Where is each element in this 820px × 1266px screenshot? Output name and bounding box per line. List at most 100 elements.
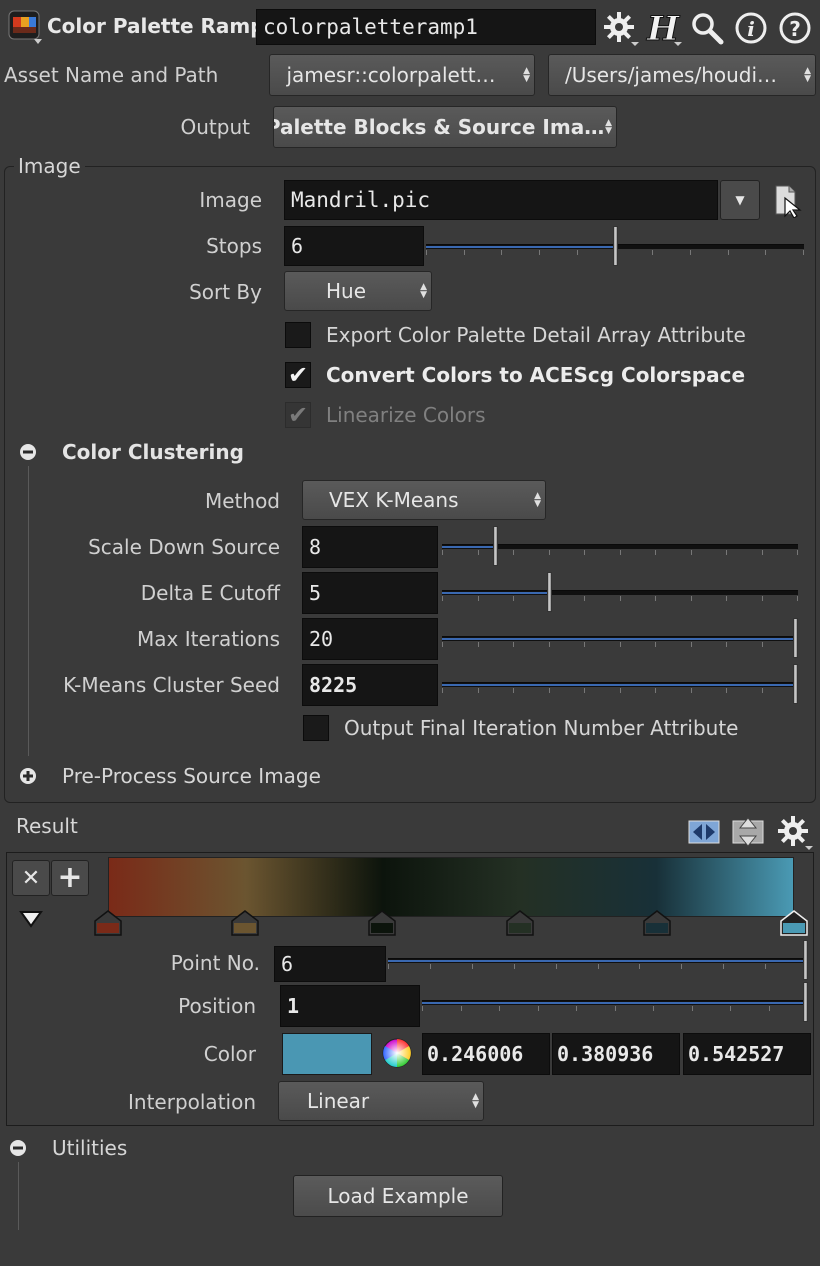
search-icon[interactable] [688, 8, 726, 48]
color-ramp[interactable] [108, 857, 794, 917]
slider-handle[interactable] [613, 226, 618, 266]
help-icon[interactable]: ? [776, 8, 814, 48]
slider-tick [691, 642, 692, 647]
point-no-label: Point No. [170, 951, 260, 975]
interpolation-menu[interactable]: Linear ▲ ▼ [278, 1081, 484, 1121]
color-clustering-title[interactable]: Color Clustering [62, 440, 244, 464]
load-example-button[interactable]: Load Example [293, 1175, 503, 1217]
slider-tick [538, 1006, 539, 1011]
point-no-slider[interactable] [388, 940, 808, 980]
slider-handle[interactable] [803, 940, 808, 980]
interpolation-value: Linear [307, 1089, 370, 1113]
slider-tick [501, 250, 502, 255]
point-no-field[interactable]: 6 [274, 946, 386, 982]
ramp-stop-marker[interactable] [368, 910, 397, 936]
ramp-stop-marker[interactable] [643, 910, 671, 936]
gear-icon[interactable] [600, 8, 640, 48]
slider-tick [478, 688, 479, 693]
slider-tick [803, 250, 804, 255]
output-menu[interactable]: Palette Blocks & Source Ima… ▲ ▼ [273, 106, 617, 148]
seed-field[interactable]: 8225 [302, 664, 438, 706]
slider-tick [762, 596, 763, 601]
slider-tick [461, 1006, 462, 1011]
slider-tick [765, 250, 766, 255]
delta-e-slider[interactable] [442, 572, 798, 612]
slider-handle[interactable] [793, 618, 798, 658]
node-name-field[interactable]: colorpaletteramp1 [256, 9, 596, 45]
menu-arrows-icon: ▲ ▼ [472, 1092, 479, 1110]
slider-handle[interactable] [793, 664, 798, 704]
asset-path-menu[interactable]: /Users/james/houdi… ▲ ▼ [548, 54, 816, 96]
color-wheel-icon[interactable] [380, 1036, 414, 1070]
slider-track [388, 958, 808, 963]
utilities-collapse-icon[interactable] [8, 1138, 28, 1158]
scale-down-slider[interactable] [442, 526, 798, 566]
stops-field[interactable]: 6 [284, 226, 424, 266]
menu-arrows-icon: ▲ ▼ [534, 491, 541, 509]
utilities-title[interactable]: Utilities [52, 1136, 127, 1160]
preprocess-title[interactable]: Pre-Process Source Image [62, 764, 321, 788]
color-r-field[interactable]: 0.246006 [422, 1033, 550, 1075]
checkmark-icon: ✔ [287, 401, 309, 429]
linearize-label: Linearize Colors [326, 403, 486, 427]
slider-tick [422, 1006, 423, 1011]
ramp-stop-marker[interactable] [231, 910, 259, 936]
ramp-expand-icon[interactable] [18, 908, 44, 930]
method-menu[interactable]: VEX K-Means ▲ ▼ [302, 480, 546, 520]
ramp-stops [94, 910, 811, 940]
sortby-label: Sort By [189, 280, 262, 304]
add-point-button[interactable]: + [51, 860, 89, 896]
ramp-horizontal-icon[interactable] [686, 812, 722, 848]
node-type-label: Color Palette Ramp [47, 14, 265, 38]
scale-down-field[interactable]: 8 [302, 526, 438, 568]
position-label: Position [178, 994, 256, 1018]
position-field[interactable]: 1 [280, 985, 420, 1027]
expand-icon[interactable] [18, 766, 38, 786]
seed-slider[interactable] [442, 664, 798, 704]
collapse-icon[interactable] [18, 442, 38, 462]
info-icon[interactable]: i [732, 8, 770, 48]
slider-tick [769, 1006, 770, 1011]
ramp-gear-icon[interactable] [774, 812, 814, 852]
ramp-stop-marker[interactable] [94, 910, 122, 936]
ramp-stop-marker[interactable] [780, 910, 808, 936]
scale-down-label: Scale Down Source [88, 535, 280, 559]
node-type-icon[interactable] [6, 8, 44, 46]
delete-point-button[interactable]: ✕ [12, 860, 50, 896]
image-file-dropdown[interactable]: ▼ [720, 180, 760, 220]
color-swatch[interactable] [282, 1033, 372, 1075]
sortby-value: Hue [325, 279, 367, 303]
color-b-field[interactable]: 0.542527 [683, 1033, 811, 1075]
asset-name-menu[interactable]: jamesr::colorpalett… ▲ ▼ [269, 54, 535, 96]
max-iterations-field[interactable]: 20 [302, 618, 438, 660]
delta-e-field[interactable]: 5 [302, 572, 438, 614]
slider-tick [430, 964, 431, 969]
image-file-field[interactable]: Mandril.pic [284, 180, 718, 220]
slider-tick [726, 550, 727, 555]
slider-tick [388, 964, 389, 969]
slider-tick [514, 964, 515, 969]
max-iterations-slider[interactable] [442, 618, 798, 658]
ramp-stop-marker[interactable] [505, 910, 534, 936]
file-chooser-icon[interactable] [770, 182, 806, 218]
slider-handle[interactable] [803, 982, 808, 1022]
slider-tick [442, 642, 443, 647]
slider-tick [549, 550, 550, 555]
slider-tick [762, 688, 763, 693]
color-g-field[interactable]: 0.380936 [552, 1033, 680, 1075]
final-iteration-checkbox[interactable] [303, 715, 329, 741]
slider-handle[interactable] [493, 526, 499, 566]
houdini-h-icon[interactable]: H [644, 8, 684, 48]
sortby-menu[interactable]: Hue ▲ ▼ [284, 271, 432, 311]
slider-handle[interactable] [546, 572, 552, 612]
convert-acescg-checkbox[interactable]: ✔ [285, 361, 311, 389]
stops-slider[interactable] [426, 226, 804, 266]
linearize-checkbox[interactable]: ✔ [285, 401, 311, 429]
ramp-vertical-icon[interactable] [730, 812, 766, 848]
asset-name-value: jamesr::colorpalett… [286, 63, 496, 87]
slider-tick [478, 642, 479, 647]
slider-tick [655, 642, 656, 647]
position-slider[interactable] [422, 982, 808, 1022]
export-palette-checkbox[interactable] [285, 322, 311, 348]
slider-tick [726, 688, 727, 693]
